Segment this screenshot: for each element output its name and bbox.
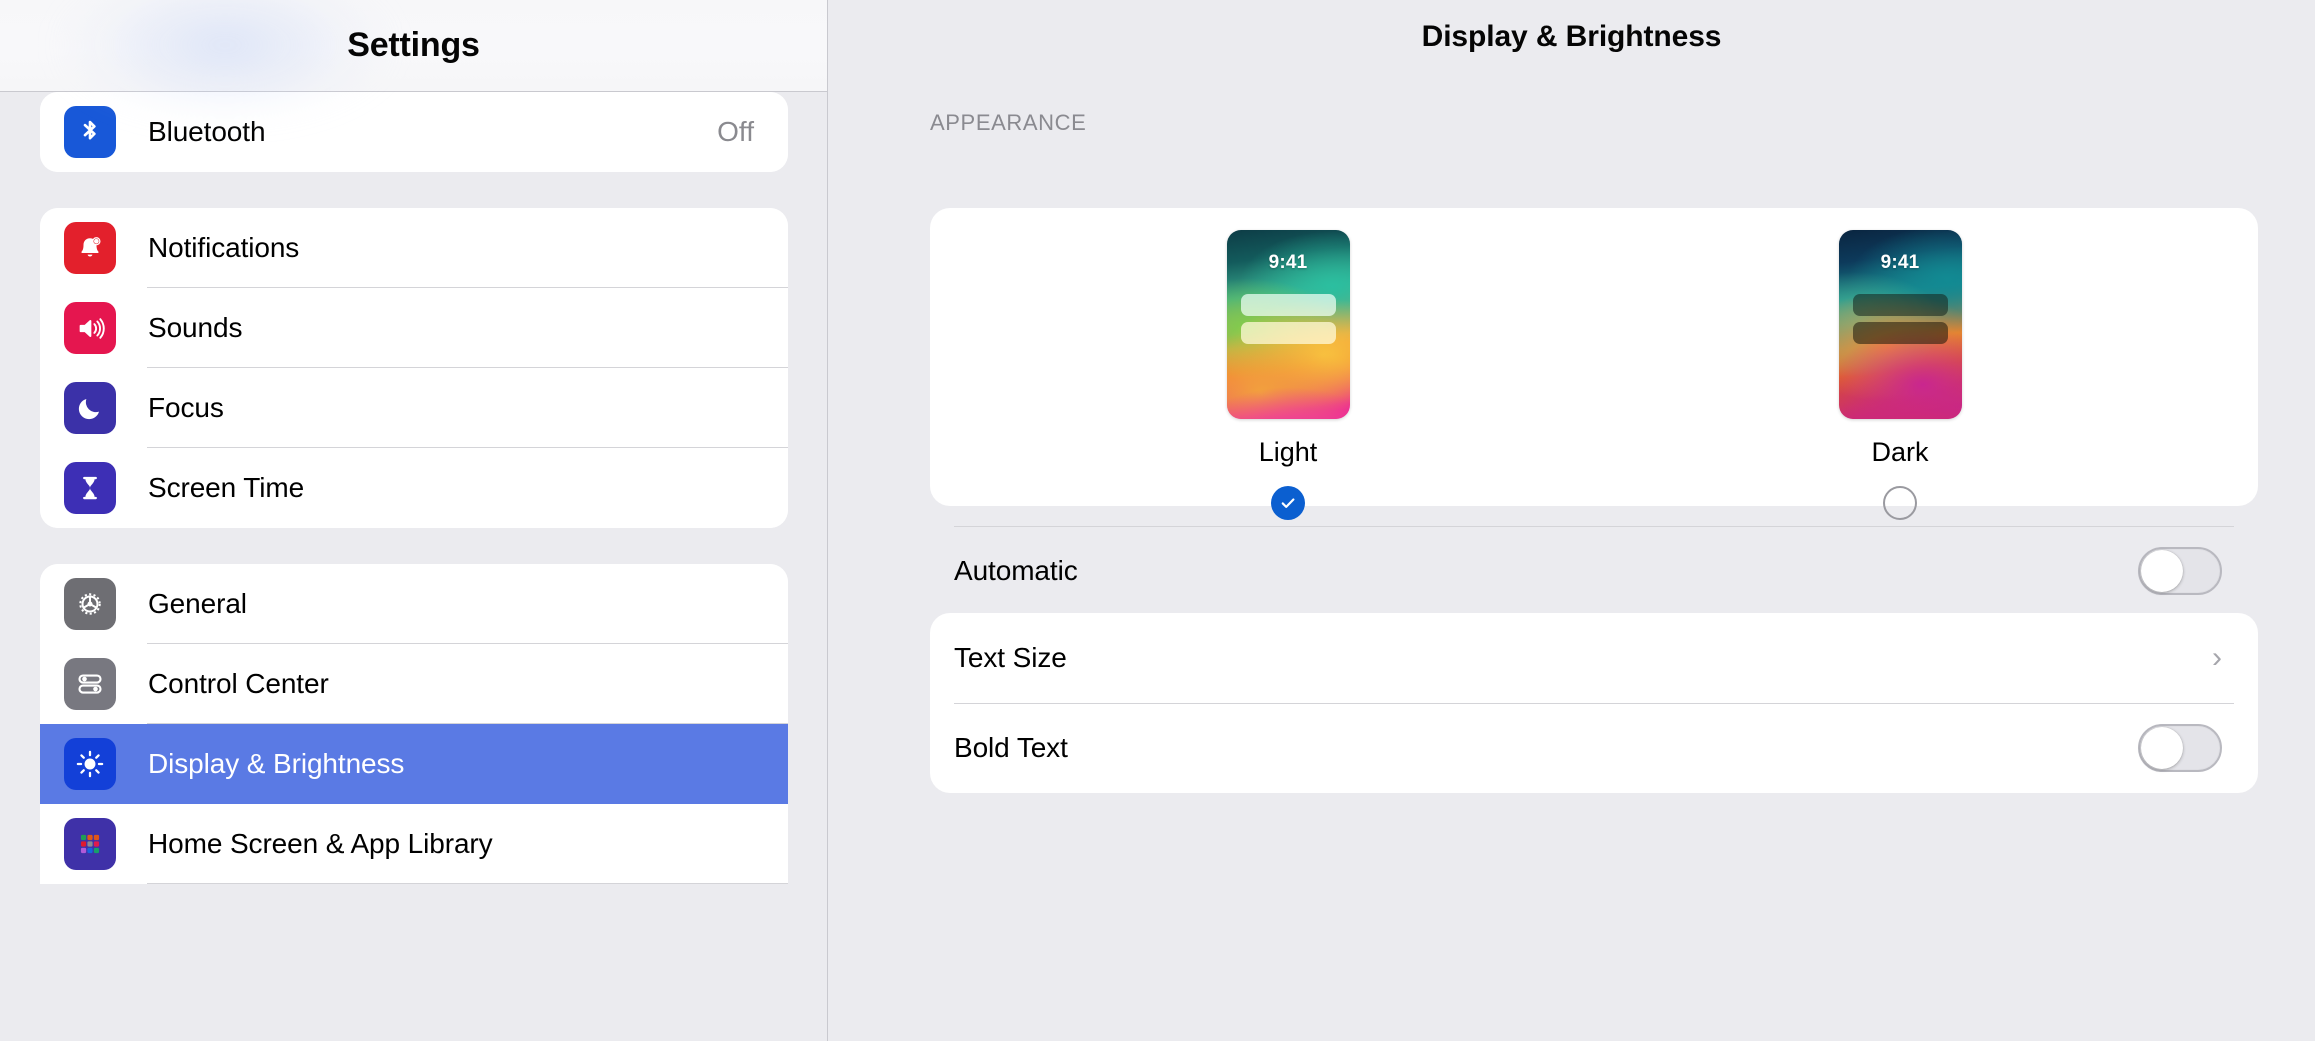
- bluetooth-icon: [64, 106, 116, 158]
- page-title: Settings: [347, 26, 480, 64]
- light-radio-selected[interactable]: [1271, 486, 1305, 520]
- sidebar-group-system: General Control Center Display & Brightn…: [40, 564, 788, 884]
- sidebar-item-display-brightness[interactable]: Display & Brightness: [40, 724, 788, 804]
- preview-notification-card: [1852, 294, 1948, 316]
- sidebar-item-screen-time[interactable]: Screen Time: [40, 448, 788, 528]
- app-grid-icon: [64, 818, 116, 870]
- hourglass-icon: [64, 462, 116, 514]
- display-options-card: Text Size › Bold Text: [930, 613, 2258, 793]
- bold-text-row[interactable]: Bold Text: [930, 703, 2258, 793]
- preview-time: 9:41: [1880, 252, 1920, 273]
- sidebar-header: Settings: [0, 0, 827, 92]
- detail-title: Display & Brightness: [1421, 20, 1722, 53]
- row-separator: [954, 526, 2234, 527]
- sidebar-item-general[interactable]: General: [40, 564, 788, 644]
- preview-time: 9:41: [1268, 252, 1308, 273]
- dark-preview-thumbnail: 9:41: [1838, 230, 1962, 419]
- brightness-icon: [64, 738, 116, 790]
- text-size-row[interactable]: Text Size ›: [930, 613, 2258, 703]
- appearance-label-light: Light: [1258, 437, 1318, 467]
- sidebar-item-label: Notifications: [148, 232, 300, 263]
- row-separator: [954, 703, 2234, 704]
- toggle-knob: [2141, 550, 2183, 592]
- appearance-section-label: APPEARANCE: [930, 110, 1087, 135]
- appearance-options: 9:41 Light 9:41 Dark: [930, 208, 2258, 520]
- sidebar-item-label: Screen Time: [148, 472, 305, 503]
- appearance-label-dark: Dark: [1871, 437, 1929, 467]
- sidebar-scroll-area[interactable]: Bluetooth Off Notifications Sounds Focus…: [0, 0, 828, 1041]
- row-separator: [147, 883, 788, 884]
- sidebar: Settings Bluetooth Off Notifications Sou…: [0, 0, 828, 1041]
- appearance-card: 9:41 Light 9:41 Dark Automatic: [930, 208, 2258, 595]
- preview-notification-card: [1852, 322, 1948, 344]
- settings-window: Settings Bluetooth Off Notifications Sou…: [0, 0, 2315, 1041]
- gear-icon: [64, 578, 116, 630]
- appearance-option-light[interactable]: 9:41 Light: [1148, 230, 1428, 520]
- sidebar-item-focus[interactable]: Focus: [40, 368, 788, 448]
- sidebar-item-label: Focus: [148, 392, 224, 423]
- appearance-option-dark[interactable]: 9:41 Dark: [1760, 230, 2040, 520]
- automatic-row[interactable]: Automatic: [930, 526, 2258, 616]
- sidebar-item-notifications[interactable]: Notifications: [40, 208, 788, 288]
- sidebar-item-value: Off: [717, 116, 754, 147]
- bold-text-toggle[interactable]: [2138, 724, 2222, 772]
- preview-notification-card: [1240, 322, 1336, 344]
- bell-icon: [64, 222, 116, 274]
- light-preview-thumbnail: 9:41: [1226, 230, 1350, 419]
- sidebar-group-connectivity: Bluetooth Off: [40, 92, 788, 172]
- sidebar-item-label: General: [148, 588, 247, 619]
- text-size-label: Text Size: [954, 642, 1067, 673]
- preview-notification-card: [1240, 294, 1336, 316]
- bold-text-label: Bold Text: [954, 732, 1068, 763]
- sidebar-item-bluetooth[interactable]: Bluetooth Off: [40, 92, 788, 172]
- sidebar-item-control-center[interactable]: Control Center: [40, 644, 788, 724]
- sidebar-item-label: Display & Brightness: [148, 748, 405, 779]
- dark-radio-unselected[interactable]: [1883, 486, 1917, 520]
- speaker-icon: [64, 302, 116, 354]
- sidebar-item-home-screen[interactable]: Home Screen & App Library: [40, 804, 788, 884]
- sliders-icon: [64, 658, 116, 710]
- automatic-toggle[interactable]: [2138, 547, 2222, 595]
- chevron-right-icon: ›: [2212, 641, 2222, 674]
- sidebar-item-label: Bluetooth: [148, 116, 266, 147]
- moon-icon: [64, 382, 116, 434]
- sidebar-item-label: Home Screen & App Library: [148, 828, 493, 859]
- sidebar-divider: [827, 0, 828, 1041]
- detail-pane: Display & Brightness APPEARANCE 9:41 Lig…: [828, 0, 2315, 1041]
- automatic-label: Automatic: [954, 555, 1078, 586]
- sidebar-item-label: Sounds: [148, 312, 243, 343]
- sidebar-group-alerts: Notifications Sounds Focus Screen Time: [40, 208, 788, 528]
- sidebar-item-sounds[interactable]: Sounds: [40, 288, 788, 368]
- sidebar-item-label: Control Center: [148, 668, 329, 699]
- check-icon: [1281, 498, 1295, 508]
- toggle-knob: [2141, 727, 2183, 769]
